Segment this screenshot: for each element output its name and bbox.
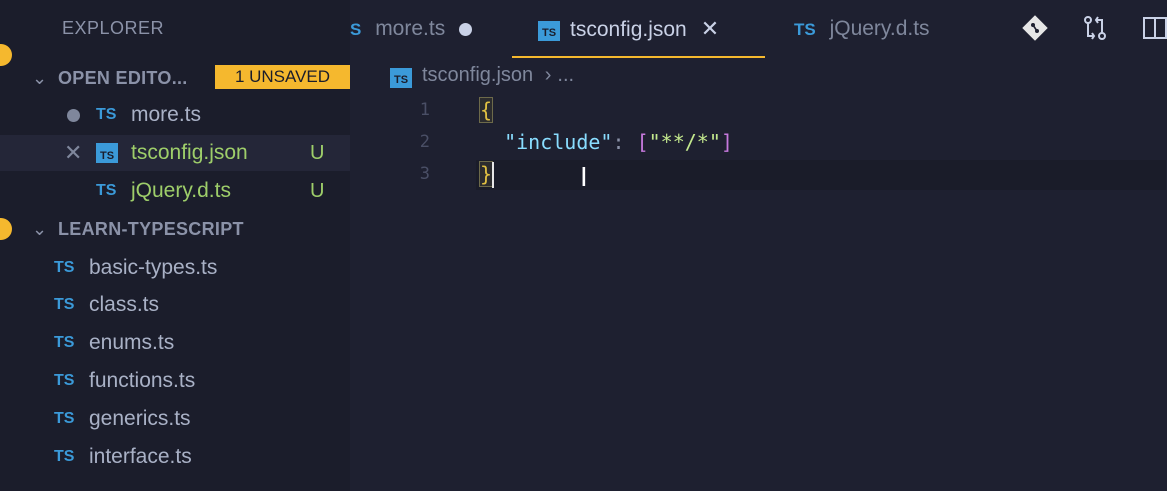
tab-label: tsconfig.json	[570, 18, 687, 41]
breadcrumb[interactable]: TS tsconfig.json ›...	[390, 64, 574, 88]
file-label: functions.ts	[89, 369, 196, 392]
tab-more-ts[interactable]: S more.ts	[350, 0, 473, 58]
untracked-status: U	[310, 142, 325, 164]
chevron-down-icon: ⌄	[32, 219, 48, 239]
file-label: interface.ts	[89, 445, 192, 468]
tab-label: more.ts	[375, 17, 446, 40]
open-editor-label: more.ts	[131, 103, 202, 126]
typescript-icon: TS	[794, 20, 816, 39]
typescript-icon: TS	[54, 410, 75, 427]
code-line-1[interactable]: {	[478, 97, 494, 123]
git-icon[interactable]	[1020, 14, 1050, 44]
file-item[interactable]: TS enums.ts	[0, 325, 350, 361]
open-editors-header[interactable]: ⌄ OPEN EDITO...	[32, 68, 188, 89]
open-editor-item[interactable]: TS jQuery.d.ts U	[0, 173, 350, 209]
typescript-config-icon: TS	[96, 143, 118, 163]
typescript-icon: TS	[54, 448, 75, 465]
typescript-config-icon: TS	[390, 68, 412, 88]
close-brace: }	[478, 161, 494, 187]
compare-changes-icon[interactable]	[1080, 14, 1110, 44]
activity-badge-icon	[0, 218, 12, 240]
open-brace: {	[478, 97, 494, 123]
typescript-icon: TS	[54, 296, 75, 313]
typescript-icon: TS	[96, 182, 117, 199]
modified-dot-icon	[66, 108, 80, 122]
text-caret	[492, 162, 494, 188]
typescript-icon: TS	[54, 334, 75, 351]
file-label: class.ts	[89, 293, 160, 316]
text-cursor-icon: I	[580, 163, 588, 193]
editor-area: S more.ts TS tsconfig.json ✕ TS jQuery.d.t…	[350, 0, 1167, 491]
typescript-icon: TS	[54, 259, 75, 276]
typescript-icon: TS	[54, 372, 75, 389]
line-number: 2	[419, 132, 430, 152]
open-editor-item[interactable]: ✕ TS tsconfig.json U	[0, 135, 350, 171]
close-icon[interactable]: ✕	[64, 135, 82, 171]
explorer-sidebar: EXPLORER ⌄ OPEN EDITO... 1 UNSAVED TS mor…	[0, 0, 350, 491]
file-item[interactable]: TS basic-types.ts	[0, 250, 350, 286]
activity-badge-icon	[0, 44, 12, 66]
code-line-2[interactable]: "include": ["**/*"]	[480, 130, 733, 154]
array-open: [	[636, 130, 649, 154]
file-item[interactable]: TS generics.ts	[0, 401, 350, 437]
open-editor-label: jQuery.d.ts	[131, 179, 231, 202]
json-string-value: "**/*"	[648, 130, 721, 154]
file-item[interactable]: TS interface.ts	[0, 439, 350, 475]
tab-tsconfig-json[interactable]: TS tsconfig.json ✕	[512, 0, 765, 58]
file-label: enums.ts	[89, 331, 175, 354]
line-number: 1	[419, 100, 430, 120]
explorer-title: EXPLORER	[62, 18, 165, 38]
open-editor-label: tsconfig.json	[131, 141, 248, 164]
breadcrumb-file[interactable]: tsconfig.json	[422, 64, 533, 86]
open-editor-item[interactable]: TS more.ts	[0, 97, 350, 133]
json-colon: :	[612, 130, 637, 154]
file-label: generics.ts	[89, 407, 191, 430]
file-label: basic-types.ts	[89, 256, 218, 279]
typescript-config-icon: TS	[538, 21, 560, 41]
untracked-status: U	[310, 180, 325, 202]
tab-label: jQuery.d.ts	[829, 17, 930, 40]
array-close: ]	[720, 130, 733, 154]
project-folder-header[interactable]: ⌄ LEARN-TYPESCRIPT	[32, 219, 244, 240]
line-number: 3	[419, 164, 430, 184]
breadcrumb-rest[interactable]: ...	[557, 64, 574, 86]
chevron-down-icon: ⌄	[32, 68, 48, 88]
unsaved-badge: 1 UNSAVED	[215, 65, 350, 89]
typescript-icon: S	[350, 20, 362, 39]
chevron-right-icon: ›	[544, 64, 552, 86]
project-folder-label: LEARN-TYPESCRIPT	[58, 219, 244, 239]
close-icon[interactable]: ✕	[701, 16, 719, 41]
modified-dot-icon	[459, 22, 473, 36]
json-key: "include"	[504, 130, 613, 154]
split-editor-icon[interactable]	[1140, 14, 1167, 44]
file-item[interactable]: TS functions.ts	[0, 363, 350, 399]
code-line-3[interactable]: }	[478, 161, 494, 187]
tab-jquery-d-ts[interactable]: TS jQuery.d.ts	[794, 0, 930, 58]
modified-dot-slot	[64, 97, 82, 133]
file-item[interactable]: TS class.ts	[0, 287, 350, 323]
active-tab-indicator	[512, 56, 765, 58]
open-editors-label: OPEN EDITO...	[58, 68, 188, 88]
typescript-icon: TS	[96, 106, 117, 123]
